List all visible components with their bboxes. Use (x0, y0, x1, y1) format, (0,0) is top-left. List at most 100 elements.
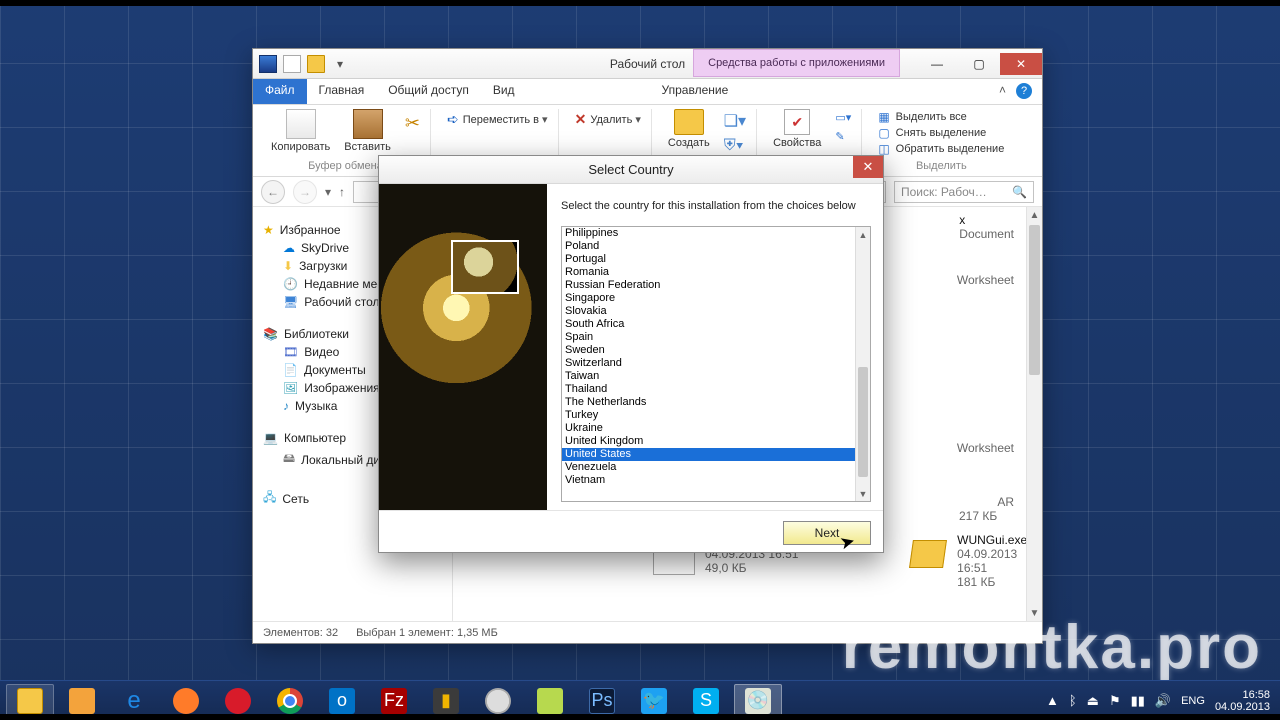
nav-favorites[interactable]: Избранное (280, 223, 341, 237)
tab-home[interactable]: Главная (307, 79, 377, 104)
contextual-tab-apptools[interactable]: Средства работы с приложениями (693, 49, 900, 77)
nav-network[interactable]: Сеть (282, 492, 309, 506)
taskbar-explorer[interactable] (6, 684, 54, 718)
delete-button[interactable]: ✕ Удалить (575, 111, 641, 128)
taskbar-skype[interactable]: S (682, 684, 730, 718)
nav-music[interactable]: Музыка (295, 399, 337, 413)
cut-icon[interactable]: ✂ (405, 113, 420, 134)
close-button[interactable]: ✕ (1000, 53, 1042, 75)
country-option[interactable]: Taiwan (562, 370, 855, 383)
taskbar-opera[interactable] (214, 684, 262, 718)
tray-bluetooth-icon[interactable]: ᛒ (1069, 693, 1077, 708)
search-box[interactable]: Поиск: Рабоч… 🔍 (894, 181, 1034, 203)
scroll-thumb[interactable] (858, 367, 868, 477)
help-icon[interactable]: ? (1016, 83, 1032, 99)
tray-clock[interactable]: 16:58 04.09.2013 (1215, 689, 1270, 713)
scroll-down-icon[interactable]: ▼ (856, 486, 870, 501)
country-option[interactable]: Slovakia (562, 305, 855, 318)
explorer-titlebar[interactable]: ▾ Рабочий стол Средства работы с приложе… (253, 49, 1042, 79)
file-item-wungui[interactable]: WUNGui.exe 04.09.2013 16:51 181 КБ (909, 533, 1042, 589)
scroll-down-icon[interactable]: ▼ (1027, 605, 1042, 621)
up-button[interactable]: ↑ (339, 185, 345, 199)
country-option[interactable]: Turkey (562, 409, 855, 422)
minimize-button[interactable]: — (916, 53, 958, 75)
taskbar-notepad[interactable] (526, 684, 574, 718)
country-option[interactable]: Philippines (562, 227, 855, 240)
country-option[interactable]: Venezuela (562, 461, 855, 474)
tray-network-icon[interactable]: ▮▮ (1131, 693, 1145, 709)
taskbar-twitter[interactable]: 🐦 (630, 684, 678, 718)
taskbar-clock-app[interactable] (474, 684, 522, 718)
scroll-up-icon[interactable]: ▲ (856, 227, 870, 242)
nav-documents[interactable]: Документы (304, 363, 366, 377)
open-icon[interactable]: ▭▾ (835, 111, 851, 124)
tab-manage[interactable]: Управление (650, 79, 741, 104)
taskbar-firefox[interactable] (162, 684, 210, 718)
new-folder-button[interactable]: Создать (668, 109, 710, 155)
scroll-up-icon[interactable]: ▲ (1027, 207, 1042, 223)
country-option[interactable]: Switzerland (562, 357, 855, 370)
nav-video[interactable]: Видео (304, 345, 339, 359)
copy-button[interactable]: Копировать (271, 109, 330, 153)
invert-selection-button[interactable]: ◫ Обратить выделение (878, 142, 1004, 156)
country-option[interactable]: Poland (562, 240, 855, 253)
tab-share[interactable]: Общий доступ (376, 79, 481, 104)
dialog-titlebar[interactable]: Select Country ✕ (379, 156, 883, 184)
country-option[interactable]: United States (562, 448, 855, 461)
nav-pictures[interactable]: Изображения (304, 381, 379, 395)
ribbon-collapse-icon[interactable]: ˄ (999, 83, 1006, 104)
next-button[interactable]: Next (783, 521, 871, 545)
select-all-button[interactable]: ▦ Выделить все (878, 110, 1004, 124)
nav-downloads[interactable]: Загрузки (299, 259, 347, 273)
country-option[interactable]: Thailand (562, 383, 855, 396)
taskbar-installer[interactable]: 💿 (734, 684, 782, 718)
tray-language[interactable]: ENG (1181, 695, 1205, 707)
country-option[interactable]: Vietnam (562, 474, 855, 487)
back-button[interactable]: ← (261, 180, 285, 204)
easy-access-icon[interactable]: ⛨▾ (724, 137, 746, 155)
qat-properties-icon[interactable] (283, 55, 301, 73)
taskbar-tips[interactable] (58, 684, 106, 718)
tab-file[interactable]: Файл (253, 79, 307, 104)
tray-overflow-icon[interactable]: ▲ (1046, 693, 1059, 708)
country-option[interactable]: Romania (562, 266, 855, 279)
scroll-thumb[interactable] (1029, 225, 1040, 375)
country-option[interactable]: Spain (562, 331, 855, 344)
qat-dropdown-icon[interactable]: ▾ (331, 55, 349, 73)
tray-solve-problems-icon[interactable]: ⚑ (1109, 693, 1121, 709)
country-listbox[interactable]: PhilippinesPolandPortugalRomaniaRussian … (561, 226, 871, 502)
country-option[interactable]: South Africa (562, 318, 855, 331)
taskbar-chrome[interactable] (266, 684, 314, 718)
system-tray[interactable]: ▲ ᛒ ⏏ ⚑ ▮▮ 🔊 ENG 16:58 04.09.2013 (1046, 689, 1274, 713)
select-none-button[interactable]: ▢ Снять выделение (878, 126, 1004, 140)
new-item-icon[interactable]: ❑▾ (724, 111, 746, 131)
nav-desktop[interactable]: Рабочий стол (304, 295, 379, 309)
qat-newfolder-icon[interactable] (307, 55, 325, 73)
listbox-scrollbar[interactable]: ▲ ▼ (855, 227, 870, 501)
taskbar-ie[interactable]: e (110, 684, 158, 718)
maximize-button[interactable]: ▢ (958, 53, 1000, 75)
paste-button[interactable]: Вставить (344, 109, 391, 153)
country-option[interactable]: Sweden (562, 344, 855, 357)
taskbar-sublime[interactable]: ▮ (422, 684, 470, 718)
country-option[interactable]: Russian Federation (562, 279, 855, 292)
country-option[interactable]: Singapore (562, 292, 855, 305)
nav-computer[interactable]: Компьютер (284, 431, 346, 445)
tray-volume-icon[interactable]: 🔊 (1155, 693, 1171, 709)
taskbar-outlook[interactable]: o (318, 684, 366, 718)
nav-skydrive[interactable]: SkyDrive (301, 241, 349, 255)
properties-button[interactable]: Свойства (773, 109, 821, 149)
country-option[interactable]: Portugal (562, 253, 855, 266)
tab-view[interactable]: Вид (481, 79, 527, 104)
country-option[interactable]: The Netherlands (562, 396, 855, 409)
move-to-button[interactable]: ➪ Переместить в (447, 111, 548, 128)
forward-button[interactable]: → (293, 180, 317, 204)
edit-icon[interactable]: ✎ (835, 130, 851, 143)
country-option[interactable]: Ukraine (562, 422, 855, 435)
file-list-scrollbar[interactable]: ▲ ▼ (1026, 207, 1042, 621)
nav-libraries[interactable]: Библиотеки (284, 327, 349, 341)
taskbar-filezilla[interactable]: Fz (370, 684, 418, 718)
country-option[interactable]: United Kingdom (562, 435, 855, 448)
taskbar-photoshop[interactable]: Ps (578, 684, 626, 718)
tray-safely-remove-icon[interactable]: ⏏ (1087, 693, 1099, 709)
